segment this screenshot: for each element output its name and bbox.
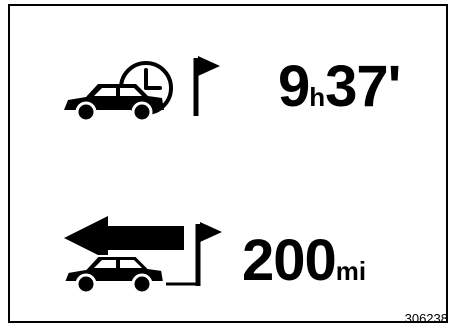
- car-clock-flag-icon: [64, 56, 220, 123]
- distance-unit: mi: [335, 256, 367, 286]
- display-panel: 9h37' 200mi: [8, 4, 448, 323]
- figure-code: 306238: [404, 311, 448, 326]
- hours-unit: h: [309, 82, 326, 112]
- distance-to-destination-row: 200mi: [10, 156, 446, 296]
- minutes-value: 37: [325, 54, 389, 119]
- time-to-destination-row: 9h37': [10, 6, 446, 156]
- car-arrow-flag-icon: [62, 216, 222, 295]
- minutes-unit: ': [387, 54, 402, 119]
- time-to-destination-value: 9h37': [278, 58, 401, 116]
- hours-value: 9: [278, 54, 310, 119]
- distance-to-destination-value: 200mi: [242, 232, 366, 290]
- distance-value: 200: [242, 228, 337, 293]
